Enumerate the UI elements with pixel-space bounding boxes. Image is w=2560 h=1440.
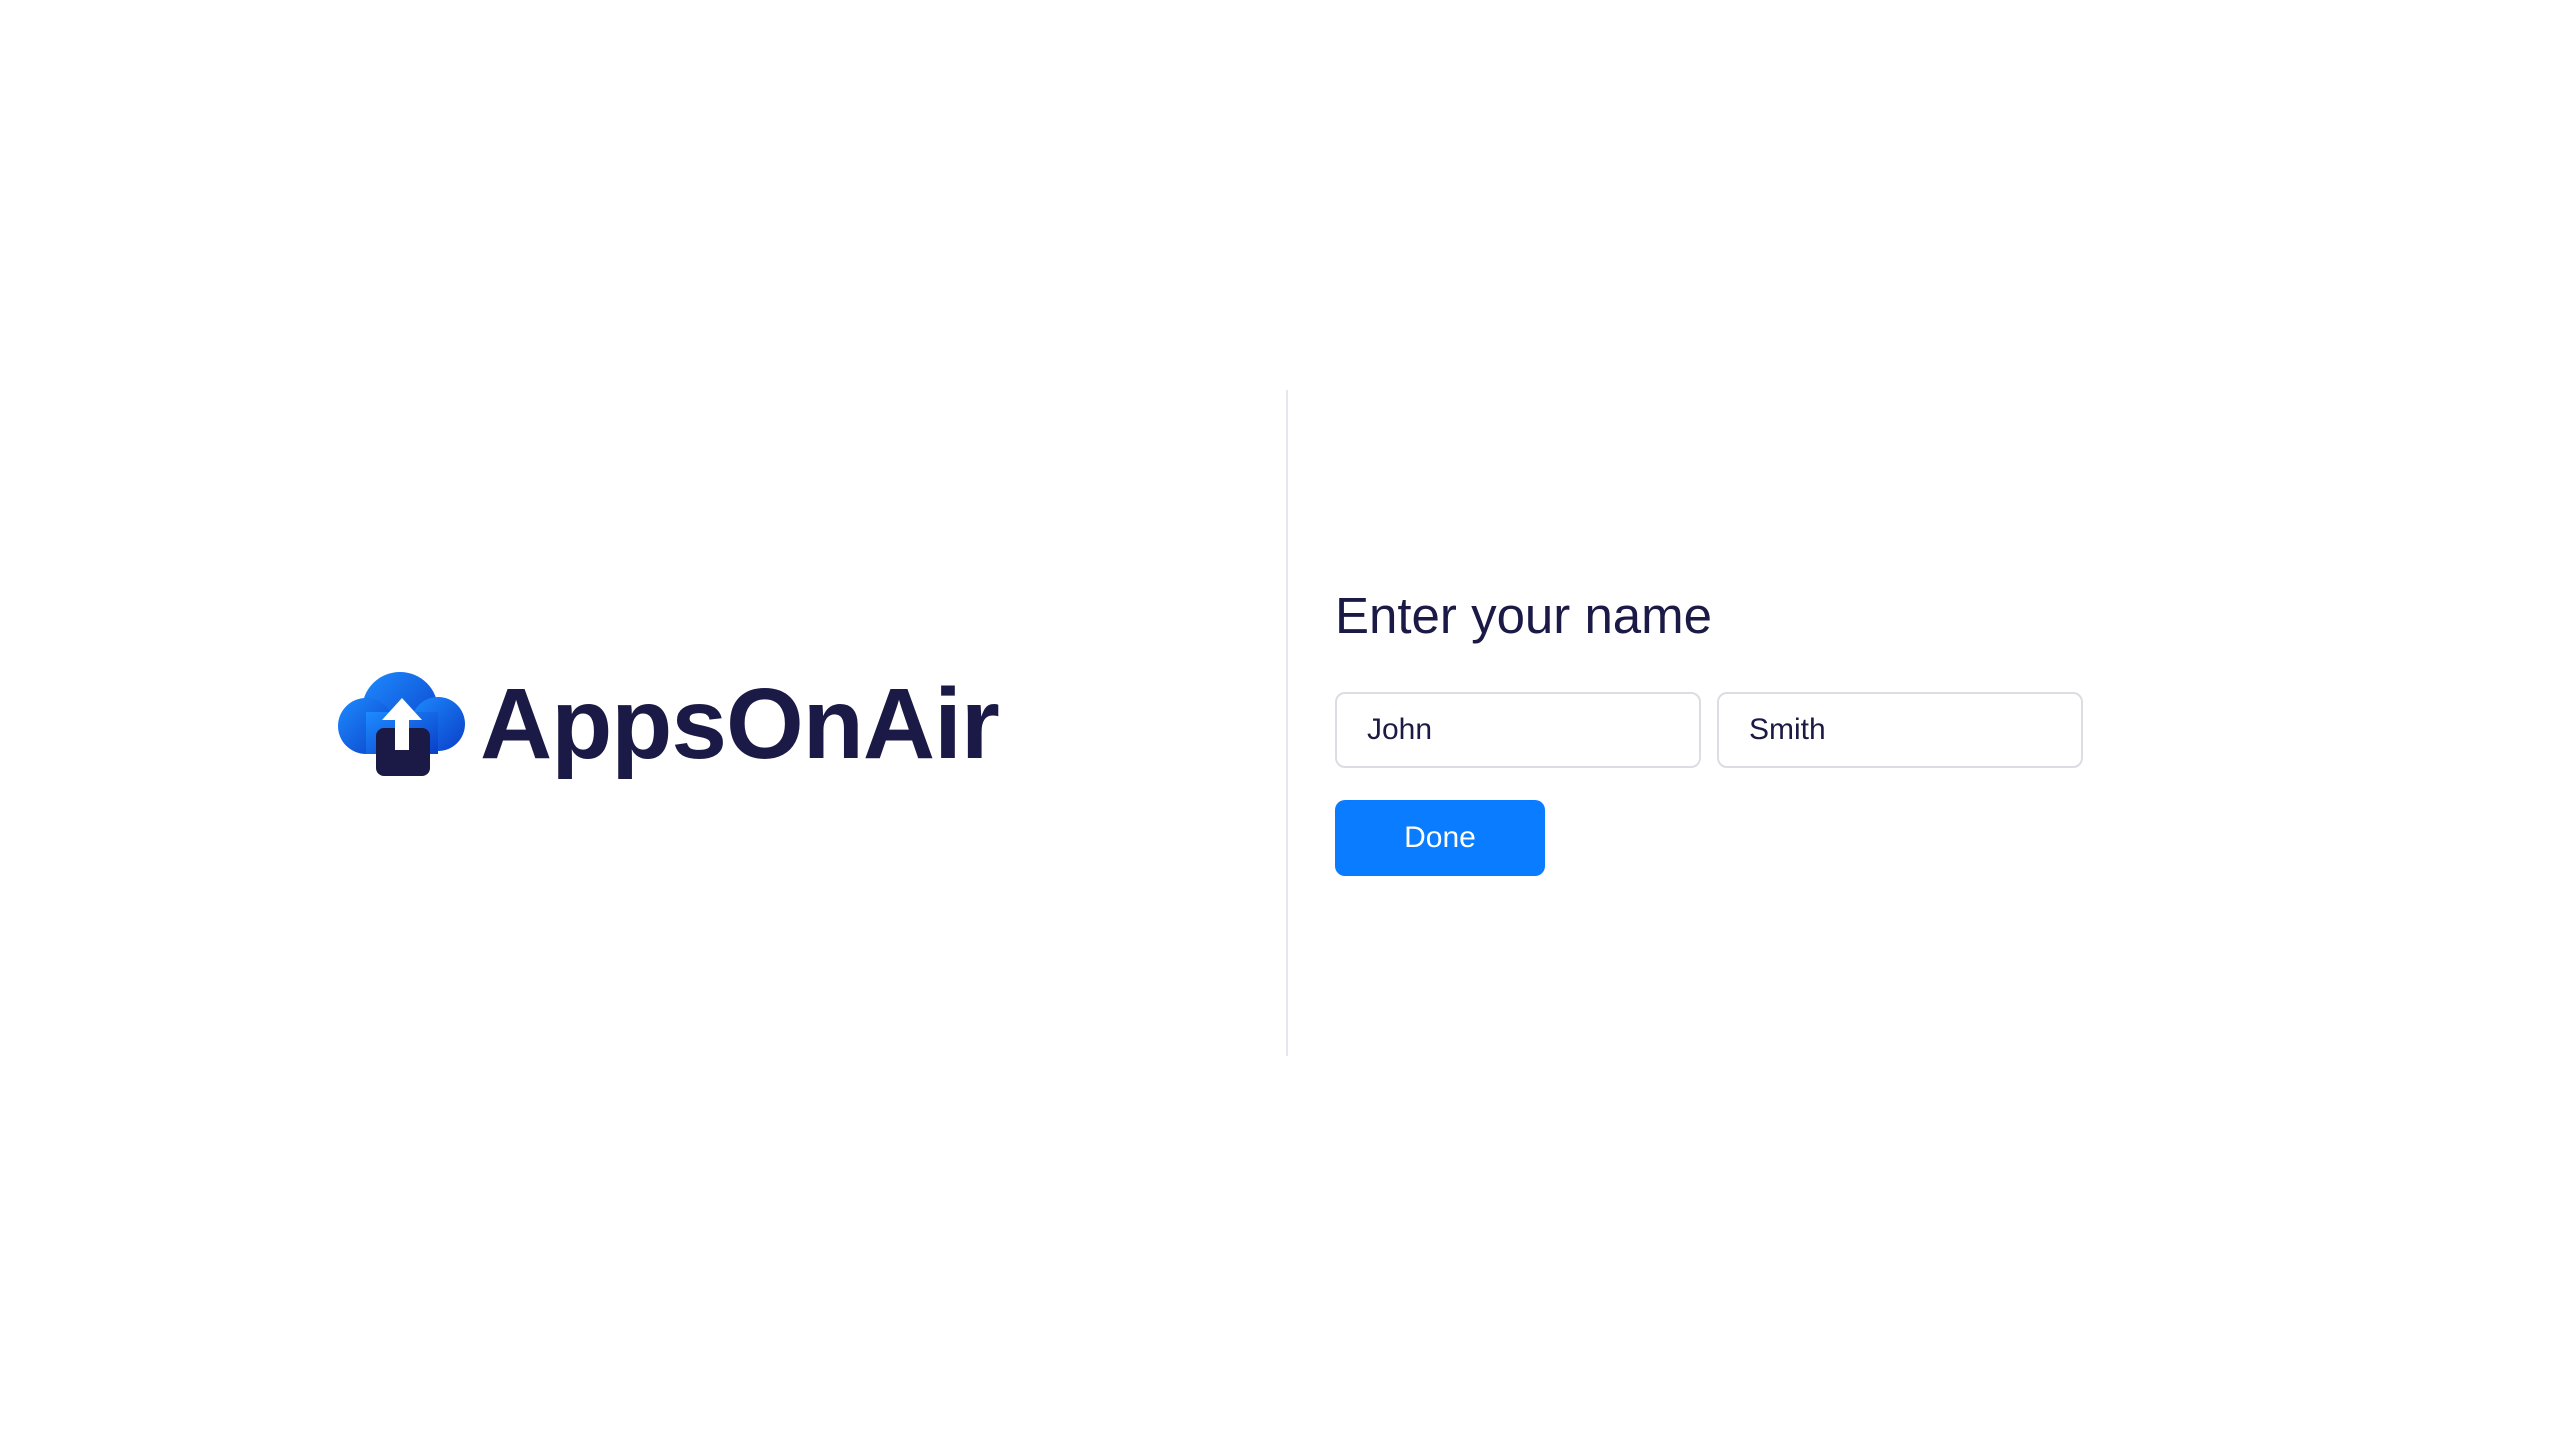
cloud-upload-icon (338, 672, 465, 776)
name-fields-row (1335, 692, 2083, 768)
first-name-input[interactable] (1335, 692, 1701, 768)
brand-logo: AppsOnAir (338, 668, 1000, 780)
last-name-input[interactable] (1717, 692, 2083, 768)
name-form: Enter your name Done (1335, 587, 2095, 876)
done-button[interactable]: Done (1335, 800, 1545, 876)
vertical-divider (1286, 390, 1288, 1056)
brand-name: AppsOnAir (480, 668, 1000, 780)
form-title: Enter your name (1335, 587, 1713, 644)
